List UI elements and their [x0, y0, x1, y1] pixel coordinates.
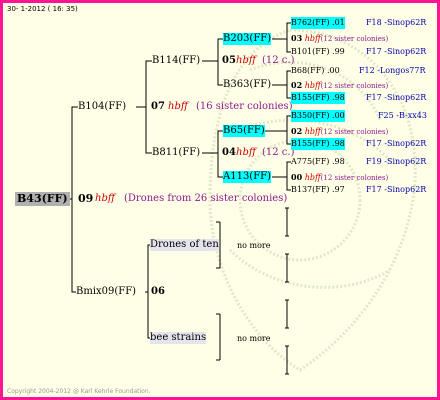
no-more-drones: no more	[237, 241, 271, 250]
queen-b155-b[interactable]: B155(FF) .98	[291, 138, 345, 150]
root-queen-id[interactable]: B43(FF)	[15, 192, 70, 206]
queen-b203[interactable]: B203(FF)	[223, 33, 272, 45]
b762-source: F18 -Sinop62R	[366, 18, 427, 27]
father-queen-id[interactable]: B104(FF)	[78, 101, 126, 113]
bee-strains-label: bee strains	[150, 332, 207, 344]
root-hbff: hbff	[95, 193, 115, 204]
mother-sister-count: 06	[151, 286, 165, 297]
a113-mate-row: 00 hbff(12 sister colonies)	[291, 172, 389, 182]
queen-b68[interactable]: B68(FF) .00	[291, 65, 340, 77]
b155-a-source: F17 -Sinop62R	[366, 93, 427, 102]
queen-b137[interactable]: B137(FF) .97	[291, 184, 345, 196]
queen-b350[interactable]: B350(FF) .00	[291, 110, 345, 122]
no-more-strains: no more	[237, 334, 271, 343]
queen-b101[interactable]: B101(FF) .99	[291, 46, 345, 58]
b65-hbff: hbff	[236, 147, 256, 158]
root-drone-note: (Drones from 26 sister colonies)	[124, 193, 288, 204]
queen-b65[interactable]: B65(FF)	[223, 125, 265, 137]
b65-note: (12 c.)	[262, 147, 295, 158]
b65-mate-row: 02 hbff(12 sister colonies)	[291, 126, 389, 136]
b203-sister-count: 05	[222, 55, 236, 66]
b203-hbff: hbff	[236, 55, 256, 66]
queen-a113[interactable]: A113(FF)	[223, 171, 271, 183]
queen-a775[interactable]: A775(FF) .98	[291, 156, 345, 168]
b137-source: F17 -Sinop62R	[366, 185, 427, 194]
queen-b114[interactable]: B114(FF)	[152, 55, 200, 67]
queen-b363[interactable]: B363(FF)	[223, 79, 271, 91]
b203-note: (12 c.)	[262, 55, 295, 66]
father-hbff: hbff	[168, 101, 188, 112]
father-sister-count: 07	[151, 101, 165, 112]
mother-queen-id[interactable]: Bmix09(FF)	[76, 286, 136, 298]
a775-source: F19 -Sinop62R	[366, 157, 427, 166]
drones-of-ten-label: Drones of ten	[150, 239, 219, 251]
father-sister-note: (16 sister colonies)	[196, 101, 293, 112]
b68-source: F12 -Longos77R	[359, 66, 426, 75]
root-sister-count: 09	[78, 192, 94, 205]
b363-mate-row: 02 hbff(12 sister colonies)	[291, 80, 389, 90]
b155-b-source: F17 -Sinop62R	[366, 139, 427, 148]
b203-mate-row: 03 hbff(12 sister colonies)	[291, 33, 389, 43]
b101-source: F17 -Sinop62R	[366, 47, 427, 56]
queen-b811[interactable]: B811(FF)	[152, 147, 200, 159]
b350-source: F25 -B-xx43	[378, 111, 427, 120]
copyright-footer: Copyright 2004-2012 @ Karl Kehrle Founda…	[7, 388, 151, 395]
queen-b155-a[interactable]: B155(FF) .98	[291, 92, 345, 104]
b65-sister-count: 04	[222, 147, 236, 158]
queen-b762[interactable]: B762(FF) .01	[291, 17, 345, 29]
